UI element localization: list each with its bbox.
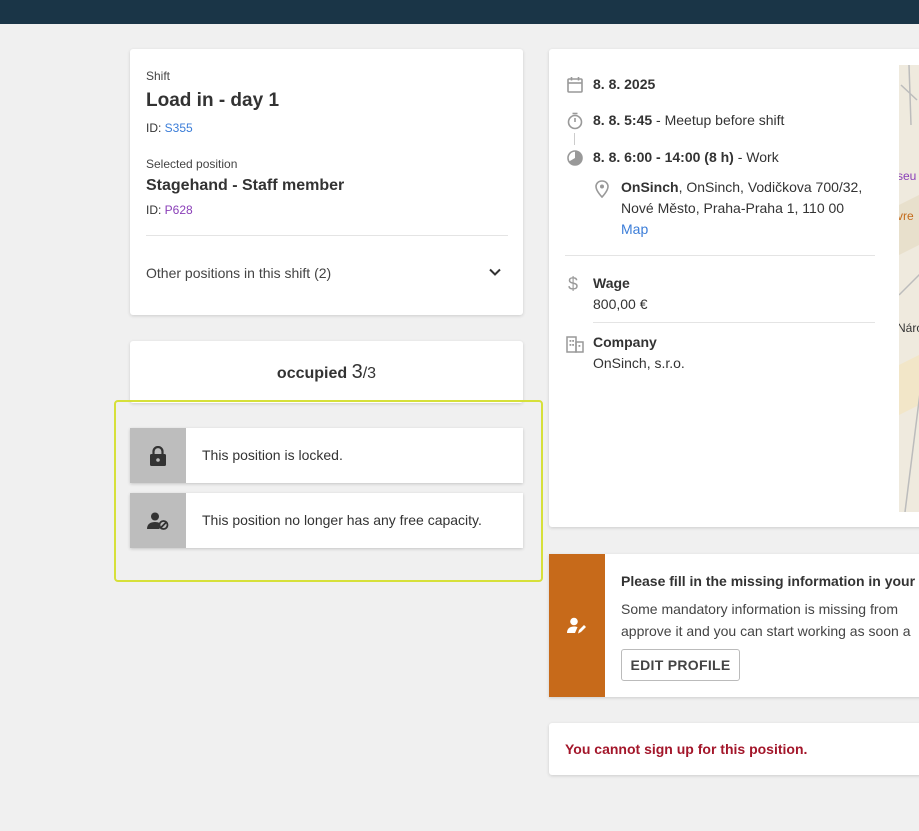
shift-label: Shift bbox=[146, 69, 171, 83]
shift-id-link[interactable]: S355 bbox=[165, 121, 193, 135]
shift-title: Load in - day 1 bbox=[146, 90, 280, 111]
shift-date: 8. 8. 2025 bbox=[593, 76, 656, 92]
position-id: ID: P628 bbox=[146, 203, 193, 217]
warning-body-line1: Some mandatory information is missing fr… bbox=[621, 601, 898, 617]
timer-icon bbox=[567, 112, 583, 130]
occupied-label: occupied bbox=[276, 365, 348, 382]
occupied-total: /3 bbox=[362, 365, 377, 382]
shift-card: Shift Load in - day 1 ID: S355 Selected … bbox=[130, 49, 523, 315]
map-graphic bbox=[899, 65, 919, 512]
map-label: seu bbox=[899, 169, 917, 183]
clock-progress-icon bbox=[567, 150, 583, 166]
timeline-connector bbox=[574, 133, 575, 145]
chevron-down-icon[interactable] bbox=[487, 264, 503, 280]
person-edit-icon bbox=[567, 617, 586, 633]
work-time: 8. 8. 6:00 - 14:00 (8 h) - Work bbox=[593, 149, 779, 165]
divider bbox=[565, 255, 875, 256]
capacity-notice: This position no longer has any free cap… bbox=[130, 493, 523, 548]
occupancy-card: occupied 3/3 bbox=[130, 341, 523, 403]
map-link[interactable]: Map bbox=[621, 221, 648, 237]
capacity-notice-text: This position no longer has any free cap… bbox=[202, 512, 482, 528]
edit-profile-button[interactable]: EDIT PROFILE bbox=[621, 649, 740, 681]
meetup-time: 8. 8. 5:45 - Meetup before shift bbox=[593, 112, 785, 128]
dollar-icon: $ bbox=[568, 274, 579, 294]
location-pin-icon bbox=[595, 180, 609, 198]
warning-accent bbox=[549, 554, 605, 697]
top-navigation-bar bbox=[0, 0, 919, 24]
building-icon bbox=[566, 336, 584, 353]
divider bbox=[593, 322, 875, 323]
map-label: Náro bbox=[899, 321, 919, 335]
location-line2: Nové Město, Praha-Praha 1, 110 00 bbox=[621, 200, 845, 216]
company-value: OnSinch, s.r.o. bbox=[593, 355, 685, 371]
warning-title: Please fill in the missing information i… bbox=[621, 573, 916, 589]
divider bbox=[146, 235, 508, 236]
position-title: Stagehand - Staff member bbox=[146, 177, 345, 194]
position-id-link[interactable]: P628 bbox=[165, 203, 193, 217]
occupancy-status: occupied 3/3 bbox=[130, 361, 523, 384]
wage-value: 800,00 € bbox=[593, 296, 648, 312]
person-blocked-icon bbox=[147, 512, 169, 530]
lock-icon bbox=[150, 445, 166, 466]
warning-body-line2: approve it and you can start working as … bbox=[621, 623, 911, 639]
locked-notice: This position is locked. bbox=[130, 428, 523, 483]
map-label: vre bbox=[899, 209, 914, 223]
shift-id-prefix: ID: bbox=[146, 121, 165, 135]
shift-id: ID: S355 bbox=[146, 121, 193, 135]
signup-error-text: You cannot sign up for this position. bbox=[565, 741, 808, 757]
missing-info-warning: Please fill in the missing information i… bbox=[549, 554, 919, 697]
position-id-prefix: ID: bbox=[146, 203, 165, 217]
location-line1: OnSinch, OnSinch, Vodičkova 700/32, bbox=[621, 179, 863, 195]
notice-icon-box bbox=[130, 493, 186, 548]
company-label: Company bbox=[593, 334, 657, 350]
other-positions-toggle[interactable]: Other positions in this shift (2) bbox=[146, 265, 331, 281]
signup-error-card: You cannot sign up for this position. bbox=[549, 723, 919, 775]
selected-position-label: Selected position bbox=[146, 157, 238, 171]
locked-notice-text: This position is locked. bbox=[202, 447, 343, 463]
notice-icon-box bbox=[130, 428, 186, 483]
map-preview[interactable]: seu vre Náro bbox=[899, 65, 919, 512]
calendar-icon bbox=[567, 77, 583, 93]
occupied-count: 3 bbox=[351, 361, 363, 383]
wage-label: Wage bbox=[593, 275, 630, 291]
shift-details-card: 8. 8. 2025 8. 8. 5:45 - Meetup before sh… bbox=[549, 49, 919, 527]
